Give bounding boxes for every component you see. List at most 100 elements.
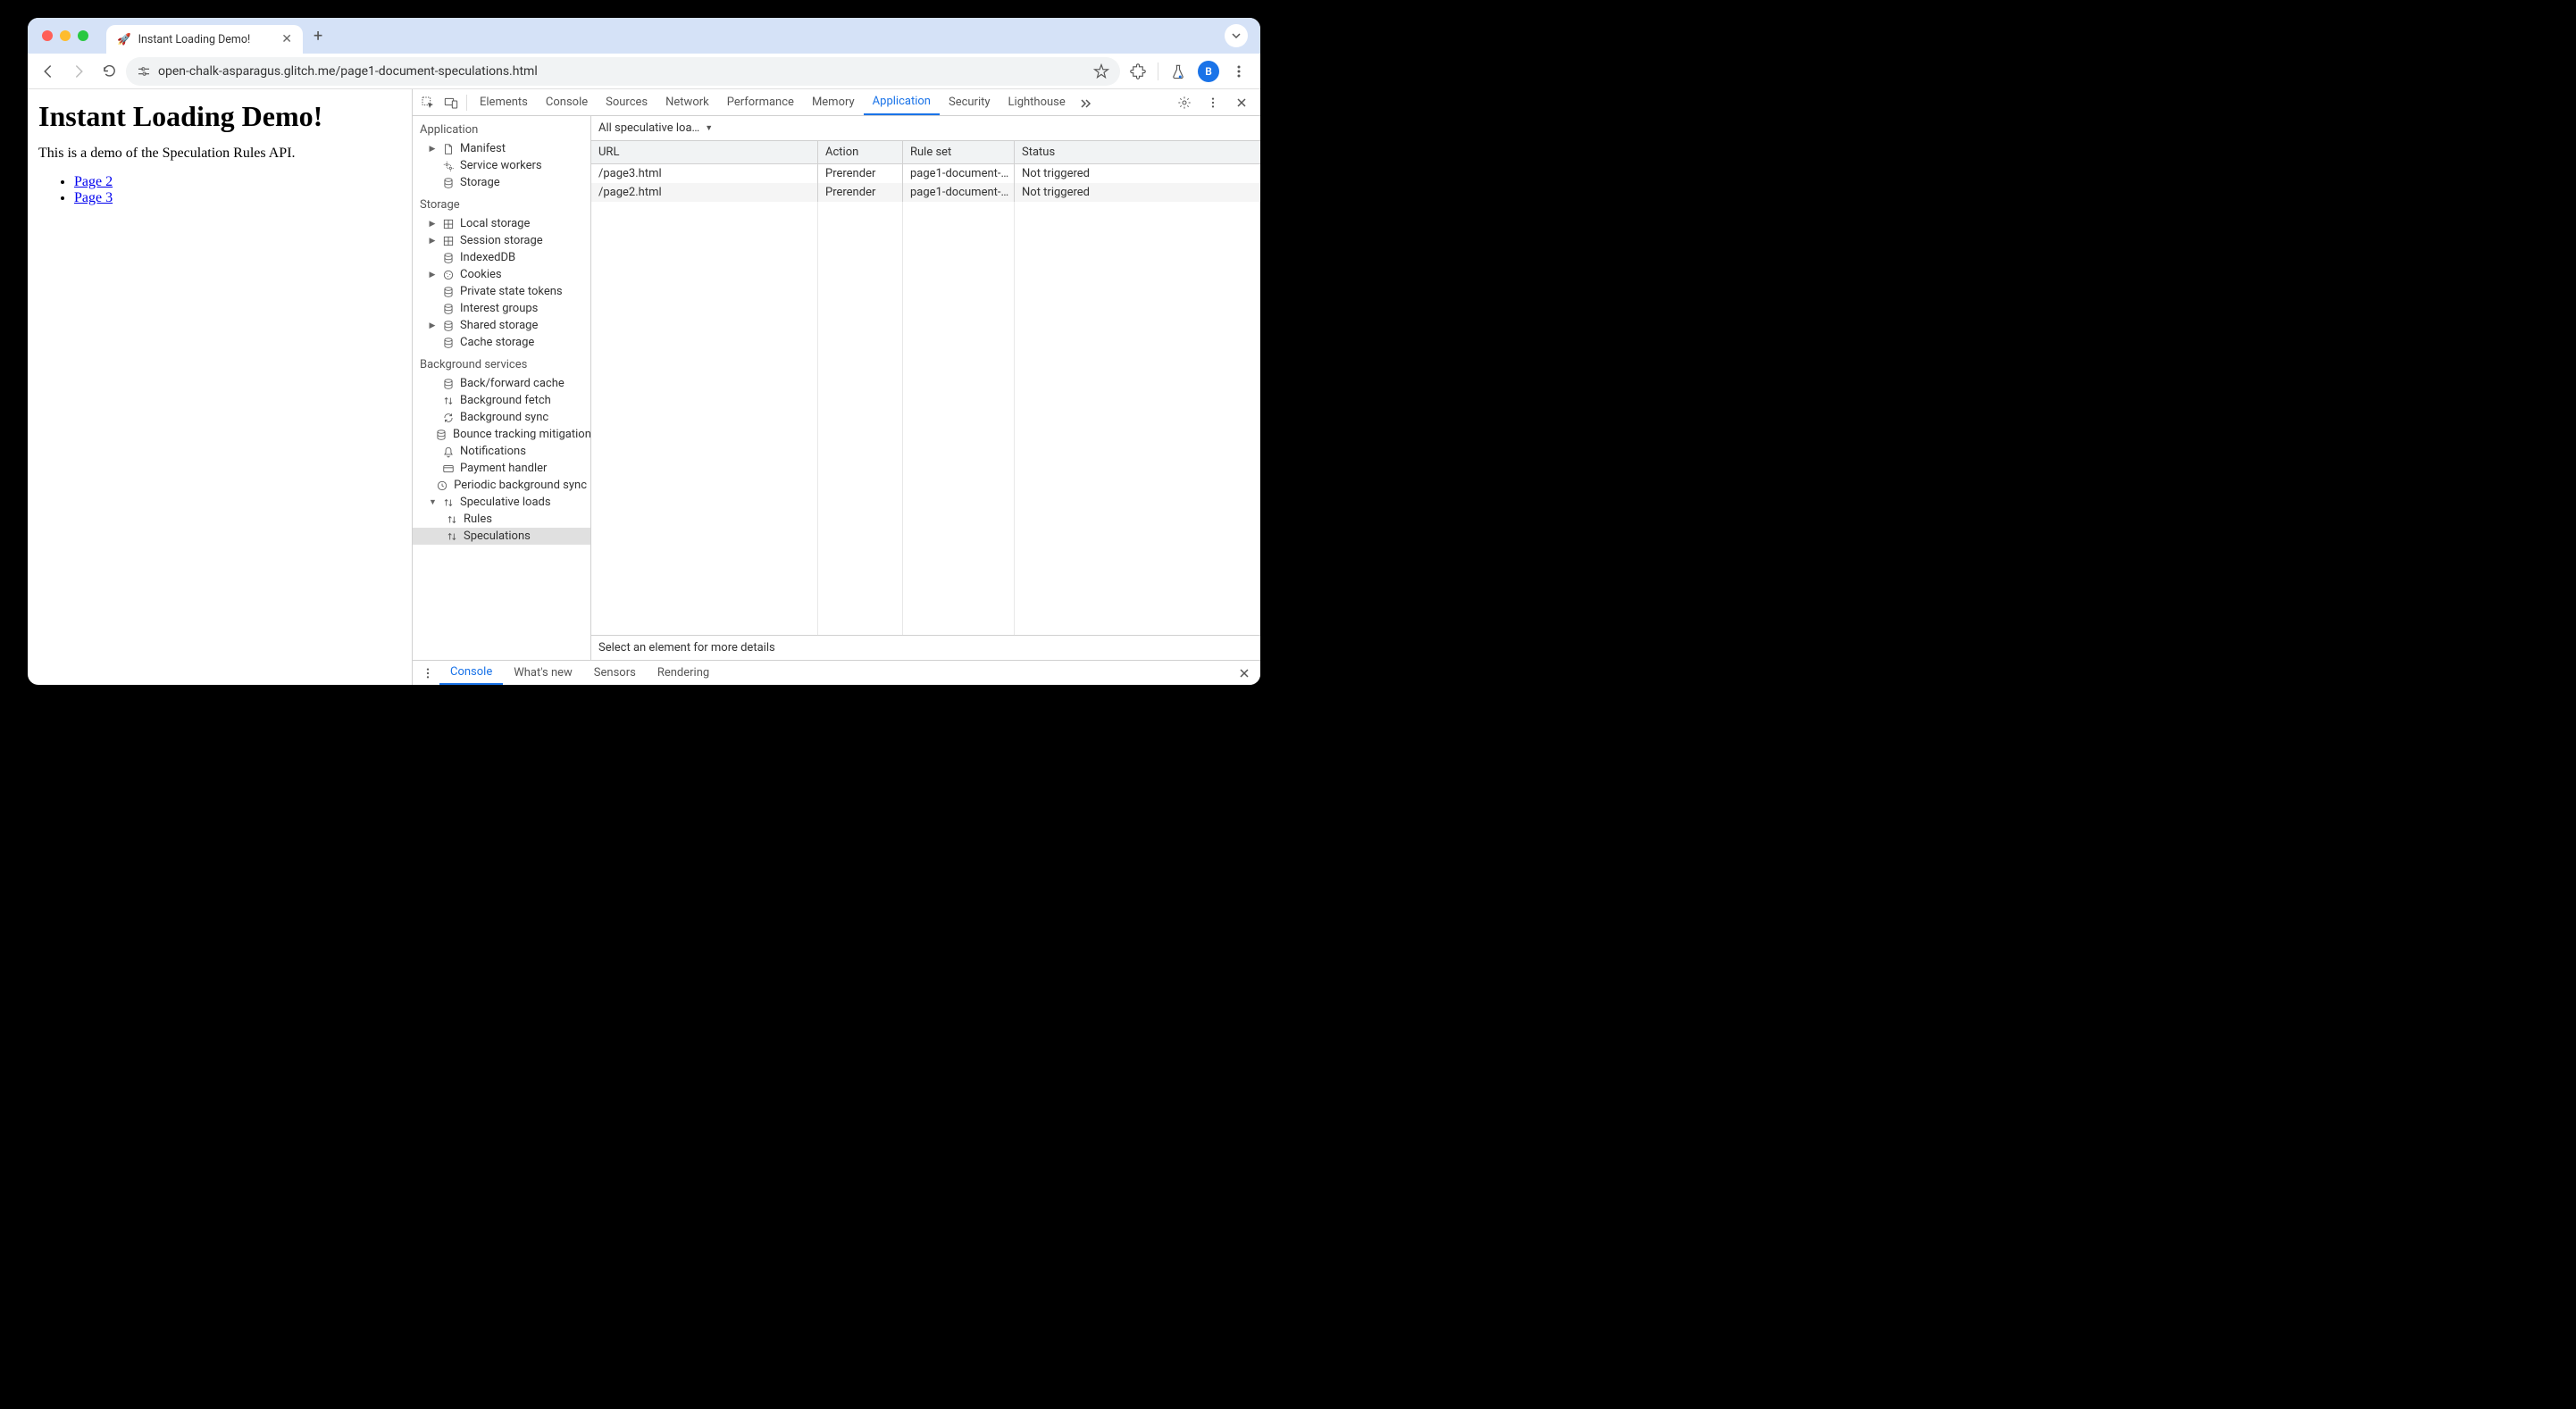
drawer-tab-console[interactable]: Console — [439, 661, 503, 685]
devtools-tab-sources[interactable]: Sources — [597, 89, 657, 115]
new-tab-button[interactable]: + — [303, 27, 333, 46]
tab-overflow-button[interactable] — [1225, 24, 1248, 47]
devtools-tab-lighthouse[interactable]: Lighthouse — [999, 89, 1075, 115]
sidebar-item-service-workers[interactable]: Service workers — [413, 157, 590, 174]
grid-icon — [441, 217, 455, 230]
more-tabs-button[interactable] — [1075, 96, 1098, 109]
sidebar-item-bounce-tracking-mitigation[interactable]: Bounce tracking mitigation — [413, 426, 590, 443]
devtools-tab-memory[interactable]: Memory — [803, 89, 864, 115]
sidebar-item-rules[interactable]: Rules — [413, 511, 590, 528]
close-icon — [1236, 97, 1247, 108]
sidebar-item-label: Cache storage — [460, 336, 534, 349]
page-link[interactable]: Page 2 — [74, 174, 113, 189]
db-icon — [441, 285, 455, 298]
profile-avatar[interactable]: B — [1198, 61, 1219, 82]
devtools-tab-console[interactable]: Console — [537, 89, 597, 115]
devtools-close-button[interactable] — [1230, 97, 1253, 108]
cell-url: /page3.html — [591, 164, 818, 183]
close-window-button[interactable] — [42, 30, 53, 41]
chrome-menu-button[interactable] — [1228, 61, 1250, 82]
sidebar-item-cookies[interactable]: ▶Cookies — [413, 266, 590, 283]
updown-icon — [445, 513, 458, 526]
sidebar-item-label: Manifest — [460, 142, 506, 155]
back-button[interactable] — [35, 58, 62, 85]
db-icon — [441, 336, 455, 349]
bookmark-button[interactable] — [1093, 63, 1109, 79]
dropdown-arrow-icon[interactable]: ▼ — [705, 123, 713, 133]
devtools-tab-security[interactable]: Security — [940, 89, 999, 115]
table-row[interactable]: /page2.htmlPrerenderpage1-document-…Not … — [591, 183, 1260, 202]
arrow-right-icon — [71, 63, 87, 79]
db-icon — [441, 319, 455, 332]
dropdown-label[interactable]: All speculative loa… — [598, 121, 699, 135]
column-header-action[interactable]: Action — [818, 141, 903, 163]
page-link[interactable]: Page 3 — [74, 190, 113, 205]
browser-toolbar: open-chalk-asparagus.glitch.me/page1-doc… — [28, 54, 1260, 89]
bell-icon — [441, 445, 455, 458]
sidebar-item-shared-storage[interactable]: ▶Shared storage — [413, 317, 590, 334]
gear-icon — [1177, 96, 1192, 110]
sidebar-item-manifest[interactable]: ▶Manifest — [413, 140, 590, 157]
devtools-tab-performance[interactable]: Performance — [718, 89, 803, 115]
minimize-window-button[interactable] — [60, 30, 71, 41]
sidebar-item-back-forward-cache[interactable]: Back/forward cache — [413, 375, 590, 392]
grid-icon — [441, 234, 455, 247]
tab-favicon: 🚀 — [117, 33, 131, 46]
sidebar-item-label: Session storage — [460, 234, 543, 247]
sidebar-item-periodic-background-sync[interactable]: Periodic background sync — [413, 477, 590, 494]
detail-text: Select an element for more details — [598, 641, 775, 654]
devtools-settings-button[interactable] — [1173, 96, 1196, 110]
file-icon — [441, 142, 455, 155]
reload-button[interactable] — [96, 58, 122, 85]
db-icon — [434, 428, 447, 441]
device-toggle-button[interactable] — [439, 96, 463, 110]
sidebar-item-label: Speculative loads — [460, 496, 551, 509]
reload-icon — [102, 63, 117, 79]
sidebar-item-interest-groups[interactable]: Interest groups — [413, 300, 590, 317]
drawer-tab-sensors[interactable]: Sensors — [583, 661, 647, 685]
expand-arrow-icon: ▼ — [429, 497, 436, 507]
sidebar-item-cache-storage[interactable]: Cache storage — [413, 334, 590, 351]
cell-action: Prerender — [818, 183, 903, 202]
extensions-button[interactable] — [1127, 61, 1149, 82]
sidebar-item-private-state-tokens[interactable]: Private state tokens — [413, 283, 590, 300]
devtools-tab-application[interactable]: Application — [864, 89, 940, 115]
labs-button[interactable] — [1167, 61, 1189, 82]
browser-tab[interactable]: 🚀 Instant Loading Demo! ✕ — [106, 25, 303, 54]
arrow-left-icon — [40, 63, 56, 79]
column-header-url[interactable]: URL — [591, 141, 818, 163]
sidebar-item-local-storage[interactable]: ▶Local storage — [413, 215, 590, 232]
site-settings-icon[interactable] — [137, 64, 151, 79]
table-row[interactable]: /page3.htmlPrerenderpage1-document-…Not … — [591, 164, 1260, 183]
inspect-element-button[interactable] — [416, 96, 439, 110]
devtools-tab-network[interactable]: Network — [657, 89, 718, 115]
sidebar-item-storage[interactable]: Storage — [413, 174, 590, 191]
drawer-tab-what-s-new[interactable]: What's new — [503, 661, 583, 685]
address-bar[interactable]: open-chalk-asparagus.glitch.me/page1-doc… — [126, 57, 1120, 86]
devtools-menu-button[interactable] — [1201, 96, 1225, 109]
gears-icon — [441, 159, 455, 172]
column-header-ruleset[interactable]: Rule set — [903, 141, 1015, 163]
sidebar-item-speculative-loads[interactable]: ▼ Speculative loads — [413, 494, 590, 511]
sidebar-item-indexeddb[interactable]: IndexedDB — [413, 249, 590, 266]
sidebar-item-payment-handler[interactable]: Payment handler — [413, 460, 590, 477]
db-icon — [441, 251, 455, 264]
page-heading: Instant Loading Demo! — [38, 100, 401, 133]
drawer-menu-button[interactable] — [416, 667, 439, 679]
sidebar-item-notifications[interactable]: Notifications — [413, 443, 590, 460]
column-header-status[interactable]: Status — [1015, 141, 1260, 163]
drawer-close-button[interactable] — [1232, 668, 1257, 679]
devtools-tab-elements[interactable]: Elements — [471, 89, 537, 115]
kebab-icon — [1207, 96, 1219, 109]
sidebar-item-session-storage[interactable]: ▶Session storage — [413, 232, 590, 249]
drawer-tab-rendering[interactable]: Rendering — [647, 661, 720, 685]
kebab-icon — [422, 667, 434, 679]
maximize-window-button[interactable] — [78, 30, 88, 41]
sidebar-item-background-sync[interactable]: Background sync — [413, 409, 590, 426]
sidebar-item-speculations[interactable]: Speculations — [413, 528, 590, 545]
sidebar-item-background-fetch[interactable]: Background fetch — [413, 392, 590, 409]
forward-button[interactable] — [65, 58, 92, 85]
page-link-list: Page 2 Page 3 — [38, 174, 401, 206]
sidebar-item-label: Back/forward cache — [460, 377, 565, 390]
tab-close-button[interactable]: ✕ — [281, 32, 292, 46]
